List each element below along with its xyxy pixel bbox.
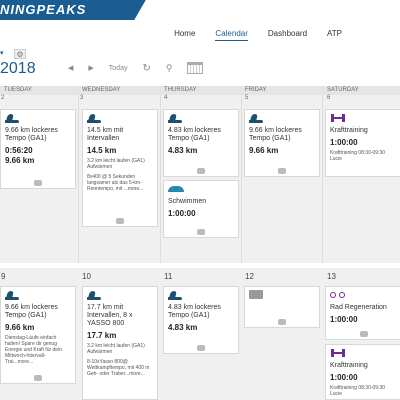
run-icon	[87, 290, 101, 300]
chevron-down-icon[interactable]: ▾	[0, 49, 12, 59]
workout-duration: 0:56:20	[5, 146, 33, 155]
workout-title: Krafttraining	[330, 127, 368, 134]
workout-card[interactable]: 9.66 km lockeres Tempo (GA1) 9.66 km Die…	[0, 286, 76, 384]
brand-name: NINGPEAKS	[0, 2, 87, 17]
comment-icon[interactable]	[197, 345, 205, 351]
workout-description: 8-10xYasso 800@ Wettkampftempo, mit 400 …	[87, 359, 150, 377]
workout-duration: 1:00:00	[330, 373, 358, 382]
workout-card[interactable]: Schwimmen 1:00:00	[163, 180, 239, 238]
workout-title: 4.83 km lockeres Tempo (GA1)	[168, 304, 221, 319]
run-icon	[168, 290, 182, 300]
calendar-toolbar: ◀ ▶ Today ↻ ⚲	[68, 62, 218, 74]
comment-icon[interactable]	[197, 168, 205, 174]
comment-icon[interactable]	[278, 168, 286, 174]
weekday-friday: FRIDAY	[245, 87, 267, 93]
calendar-icon[interactable]	[187, 62, 204, 74]
day-number: 3	[80, 95, 84, 101]
workout-title: 9.66 km lockeres Tempo (GA1)	[5, 304, 58, 319]
weekday-tuesday: TUESDAY	[4, 87, 32, 93]
calendar-year: 2018	[0, 60, 36, 77]
workout-card[interactable]: 14.5 km mit Intervallen 14.5 km 3.2 km l…	[82, 109, 158, 227]
workout-distance: 14.5 km	[87, 146, 117, 155]
workout-card[interactable]: 17.7 km mit Intervallen, 8 x YASSO 800 1…	[82, 286, 158, 400]
main-nav: Home Calendar Dashboard ATP	[154, 29, 400, 41]
prev-arrow-icon[interactable]: ◀	[68, 64, 73, 72]
weekday-saturday: SATURDAY	[327, 87, 359, 93]
workout-card[interactable]: Krafttraining 1:00:00 Krafttraining 08:3…	[325, 344, 400, 400]
comment-icon[interactable]	[278, 319, 286, 325]
nav-atp[interactable]: ATP	[327, 29, 342, 41]
weekday-wednesday: WEDNESDAY	[82, 87, 121, 93]
nav-home[interactable]: Home	[174, 29, 195, 41]
day-number: 6	[327, 95, 331, 101]
workout-title: 4.83 km lockeres Tempo (GA1)	[168, 127, 221, 142]
workout-distance: 9.66 km	[5, 156, 35, 165]
workout-distance: 17.7 km	[87, 331, 117, 340]
workout-distance: 9.66 km	[5, 323, 35, 332]
dumbbell-icon	[330, 348, 346, 358]
day-number: 13	[327, 272, 336, 281]
workout-title: Schwimmen	[168, 198, 207, 205]
workout-description: Krafttraining 08:30-09:30 Lucie	[330, 385, 386, 397]
weekday-header: TUESDAY WEDNESDAY THURSDAY FRIDAY SATURD…	[0, 86, 400, 95]
comment-icon[interactable]	[34, 375, 42, 381]
workout-distance: 4.83 km	[168, 146, 198, 155]
day-number: 2	[1, 95, 5, 101]
workout-description: Krafttraining 08:30-09:30 Lucie	[330, 150, 386, 162]
workout-title: Krafttraining	[330, 362, 368, 369]
workout-distance: 4.83 km	[168, 323, 198, 332]
workout-description: Dienstag-Läufe einfach halten! Spare dir…	[5, 335, 62, 365]
workout-description: 3.2 km leicht laufen (GA1) Aufwärmen	[87, 158, 145, 170]
workout-card[interactable]: 9.66 km lockeres Tempo (GA1) 9.66 km	[244, 109, 320, 177]
nav-calendar[interactable]: Calendar	[215, 29, 248, 41]
today-button[interactable]: Today	[109, 65, 128, 72]
workout-title: 17.7 km mit Intervallen, 8 x YASSO 800	[87, 304, 133, 327]
workout-description: 3.2 km leicht laufen (GA1) Aufwärmen	[87, 343, 145, 355]
run-icon	[5, 113, 19, 123]
workout-card[interactable]: 4.83 km lockeres Tempo (GA1) 4.83 km	[163, 286, 239, 354]
workout-duration: 1:00:00	[168, 209, 196, 218]
dumbbell-icon	[330, 113, 346, 123]
top-bar: NINGPEAKS	[0, 0, 400, 20]
workout-title: 9.66 km lockeres Tempo (GA1)	[5, 127, 58, 142]
brand-logo[interactable]: NINGPEAKS	[0, 0, 155, 20]
next-arrow-icon[interactable]: ▶	[88, 64, 93, 72]
workout-distance: 9.66 km	[249, 146, 279, 155]
nav-dashboard[interactable]: Dashboard	[268, 29, 307, 41]
day-number: 10	[82, 272, 91, 281]
workout-description: 8x400 @ 5 Sekunden langsamer als das 5-k…	[87, 174, 144, 192]
day-number: 9	[1, 272, 6, 281]
workout-card[interactable]: Krafttraining 1:00:00 Krafttraining 08:3…	[325, 109, 400, 177]
settings-controls: ▾ ⚙	[0, 49, 26, 59]
run-icon	[249, 113, 263, 123]
day-number: 11	[164, 272, 173, 281]
day-number: 4	[164, 95, 168, 101]
comment-icon[interactable]	[197, 229, 205, 235]
workout-card[interactable]: 4.83 km lockeres Tempo (GA1) 4.83 km	[163, 109, 239, 177]
workout-duration: 1:00:00	[330, 138, 358, 147]
swim-icon	[168, 184, 184, 194]
other-workout-icon	[249, 290, 263, 299]
workout-title: Rad Regeneration	[330, 304, 387, 311]
run-icon	[5, 290, 19, 300]
workout-card[interactable]	[244, 286, 320, 328]
run-icon	[168, 113, 182, 123]
refresh-icon[interactable]: ↻	[142, 63, 150, 74]
comment-icon[interactable]	[360, 331, 368, 337]
day-number: 5	[245, 95, 249, 101]
search-icon[interactable]: ⚲	[166, 63, 173, 74]
run-icon	[87, 113, 101, 123]
weekday-thursday: THURSDAY	[164, 87, 197, 93]
workout-title: 9.66 km lockeres Tempo (GA1)	[249, 127, 302, 142]
workout-duration: 1:00:00	[330, 315, 358, 324]
day-number: 12	[245, 272, 254, 281]
gear-icon[interactable]: ⚙	[14, 49, 26, 59]
workout-card[interactable]: Rad Regeneration 1:00:00	[325, 286, 400, 340]
bike-icon	[330, 290, 346, 300]
workout-title: 14.5 km mit Intervallen	[87, 127, 124, 142]
workout-card[interactable]: 9.66 km lockeres Tempo (GA1) 0:56:20 9.6…	[0, 109, 76, 189]
comment-icon[interactable]	[34, 180, 42, 186]
comment-icon[interactable]	[116, 218, 124, 224]
